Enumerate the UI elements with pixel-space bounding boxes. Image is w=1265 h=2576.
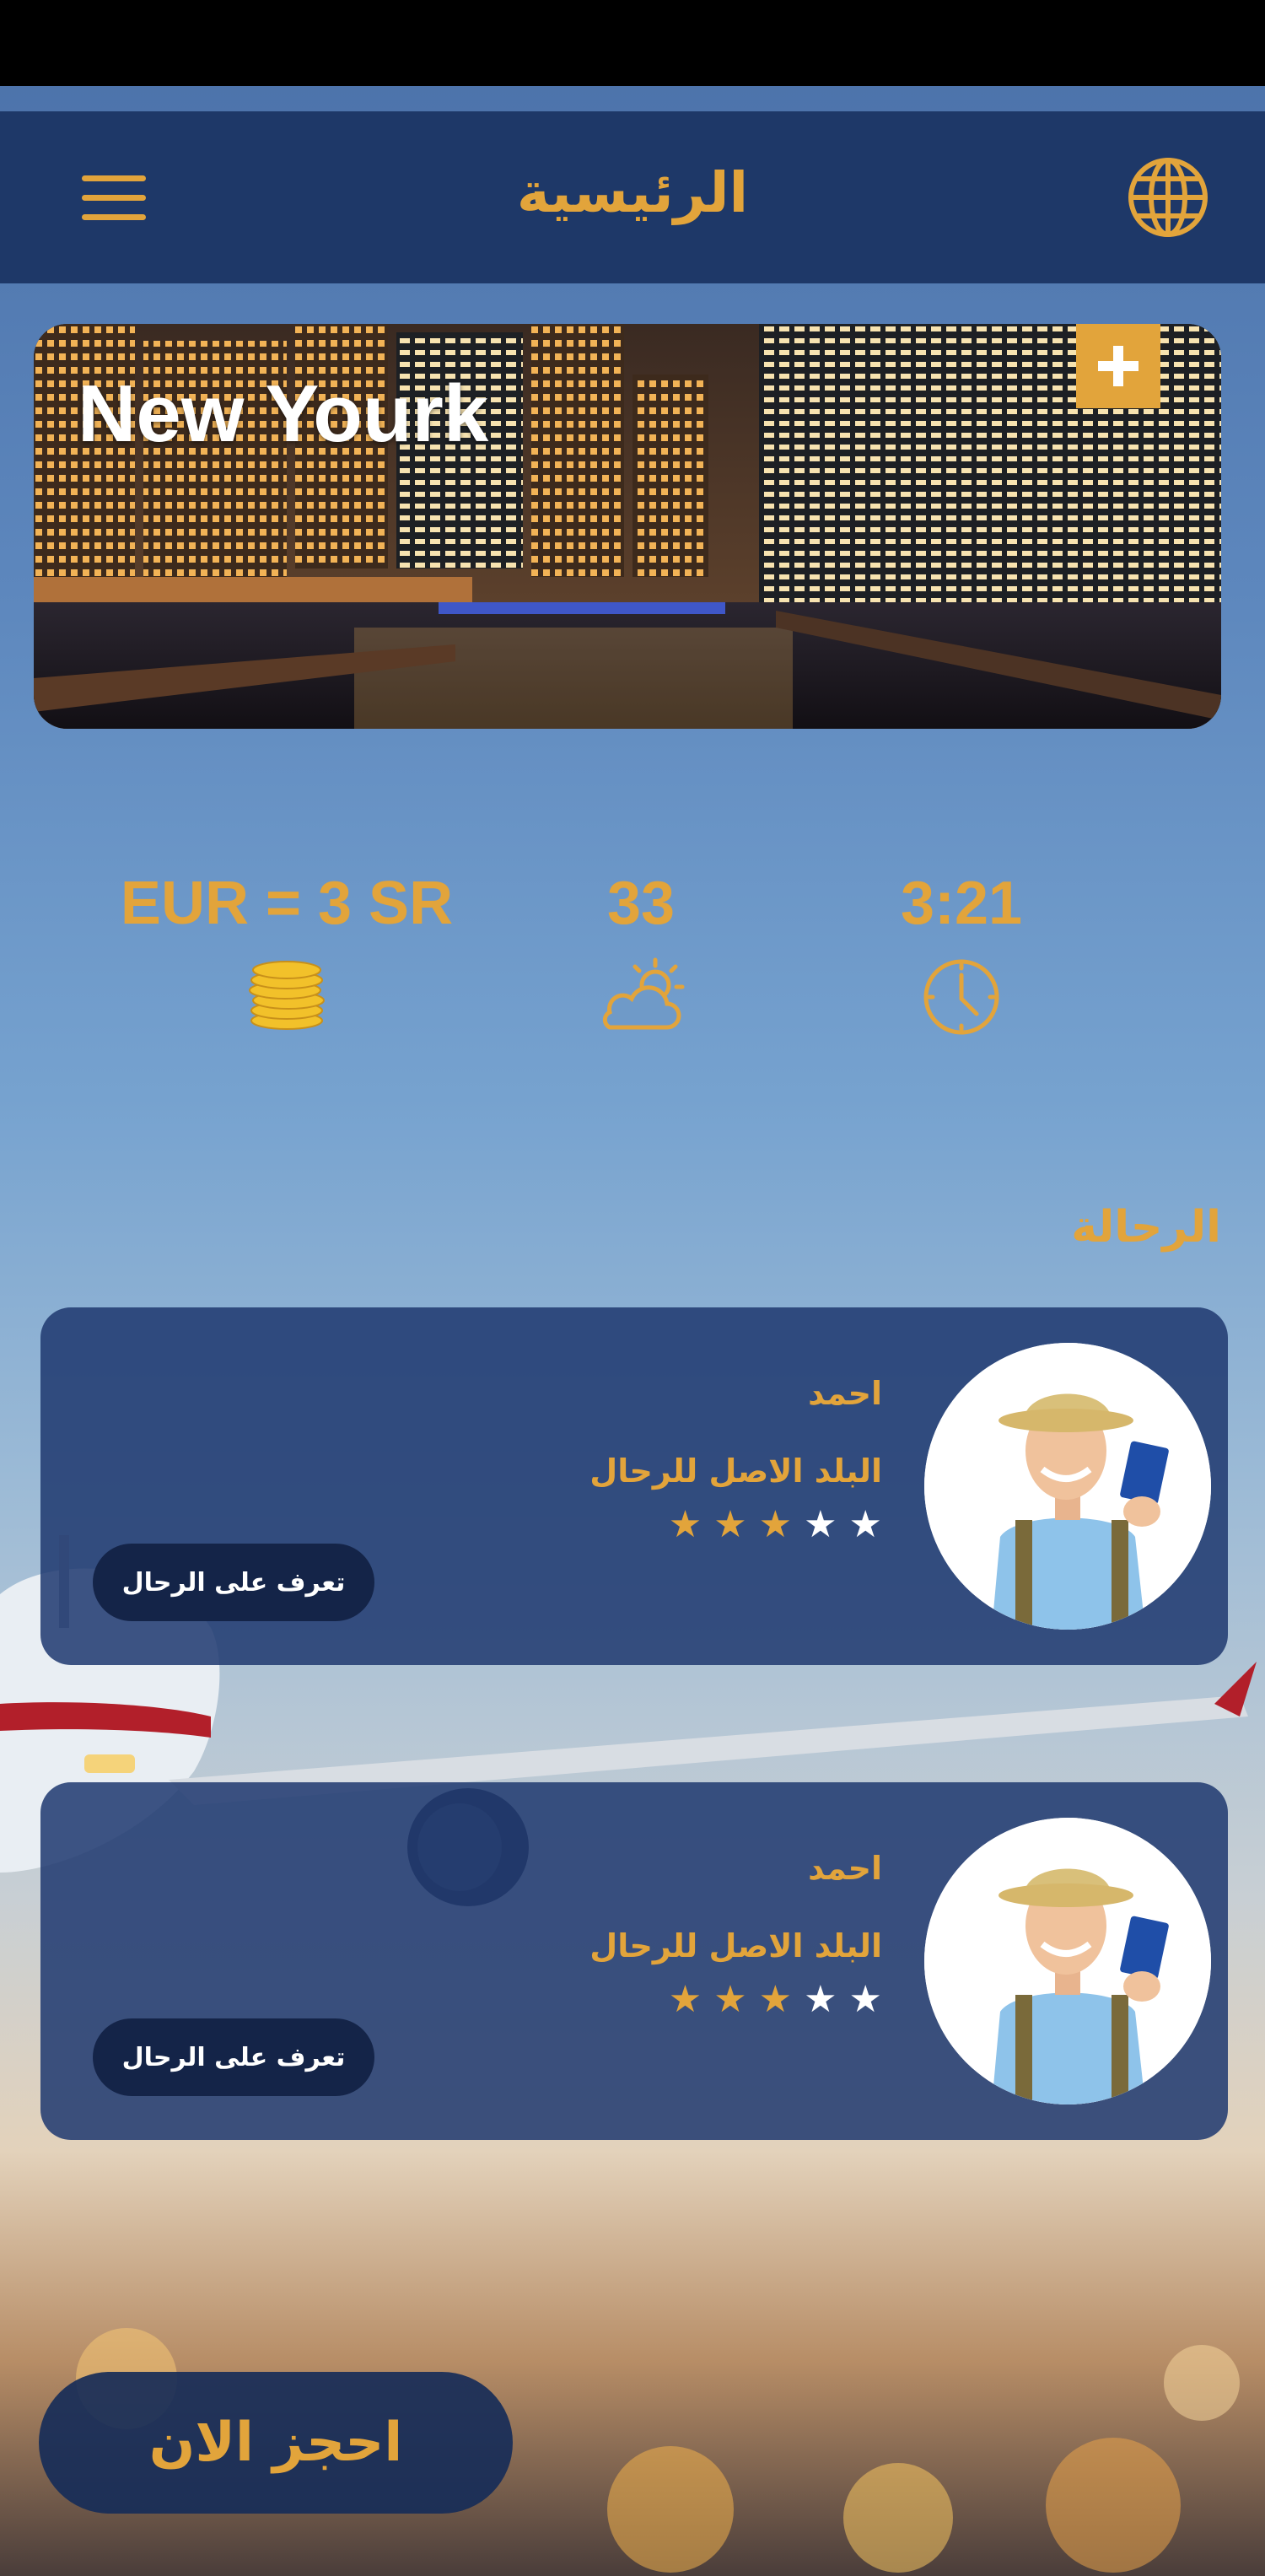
- plus-icon: [1098, 346, 1138, 386]
- star-filled-icon: ★: [668, 1503, 702, 1546]
- star-filled-icon: ★: [758, 1978, 793, 2021]
- currency-rate: EUR = 3 SR: [120, 870, 454, 937]
- page-title: الرئيسية: [516, 160, 749, 225]
- book-now-button[interactable]: احجز الان: [39, 2372, 513, 2514]
- traveler-avatar: [924, 1818, 1211, 2104]
- star-filled-icon: ★: [758, 1503, 793, 1546]
- traveler-name: احمد: [808, 1850, 882, 1887]
- time-info: 3:21: [869, 869, 1054, 1037]
- traveler-country: البلد الاصل للرحال: [589, 1927, 882, 1964]
- star-empty-icon: ★: [848, 1978, 882, 2021]
- clock-icon: [923, 959, 999, 1035]
- view-traveler-button[interactable]: تعرف على الرحال: [93, 2018, 374, 2096]
- globe-icon: [1128, 158, 1208, 237]
- rating-stars: ★ ★ ★ ★ ★: [669, 1981, 882, 2018]
- bokeh-light: [843, 2463, 953, 2573]
- status-bar: [0, 0, 1265, 86]
- traveler-card[interactable]: احمد البلد الاصل للرحال ★ ★ ★ ★ ★ تعرف على ا…: [40, 1782, 1228, 2140]
- bokeh-light: [607, 2446, 734, 2573]
- travelers-section-title: الرحالة: [1071, 1202, 1221, 1253]
- traveler-card[interactable]: احمد البلد الاصل للرحال ★ ★ ★ ★ ★ تعرف على ا…: [40, 1307, 1228, 1665]
- star-filled-icon: ★: [713, 1503, 747, 1546]
- bokeh-light: [1164, 2345, 1240, 2421]
- traveler-avatar: [924, 1343, 1211, 1630]
- traveler-name: احمد: [808, 1375, 882, 1412]
- traveler-country: البلد الاصل للرحال: [589, 1452, 882, 1490]
- city-name: New Yourk: [78, 369, 489, 459]
- star-empty-icon: ★: [804, 1503, 837, 1546]
- menu-button[interactable]: [67, 151, 160, 244]
- rating-stars: ★ ★ ★ ★ ★: [669, 1506, 882, 1544]
- add-destination-button[interactable]: [1076, 324, 1160, 408]
- local-time: 3:21: [900, 870, 1023, 937]
- destination-info: EUR = 3 SR 33 3:21: [0, 869, 1265, 1071]
- star-empty-icon: ★: [804, 1978, 837, 2021]
- currency-info: EUR = 3 SR: [118, 869, 455, 1032]
- bokeh-light: [1046, 2438, 1181, 2573]
- temperature-value: 33: [606, 870, 676, 937]
- hamburger-menu-icon: [82, 175, 146, 220]
- star-filled-icon: ★: [713, 1978, 747, 2021]
- app-header: الرئيسية: [0, 111, 1265, 283]
- coins-icon: [249, 961, 325, 1030]
- language-button[interactable]: [1122, 151, 1214, 244]
- partly-cloudy-sun-icon: [602, 957, 685, 1030]
- star-filled-icon: ★: [668, 1978, 702, 2021]
- destination-card[interactable]: New Yourk: [34, 324, 1221, 729]
- weather-info: 33: [557, 869, 725, 1037]
- view-traveler-button[interactable]: تعرف على الرحال: [93, 1544, 374, 1621]
- star-empty-icon: ★: [848, 1503, 882, 1546]
